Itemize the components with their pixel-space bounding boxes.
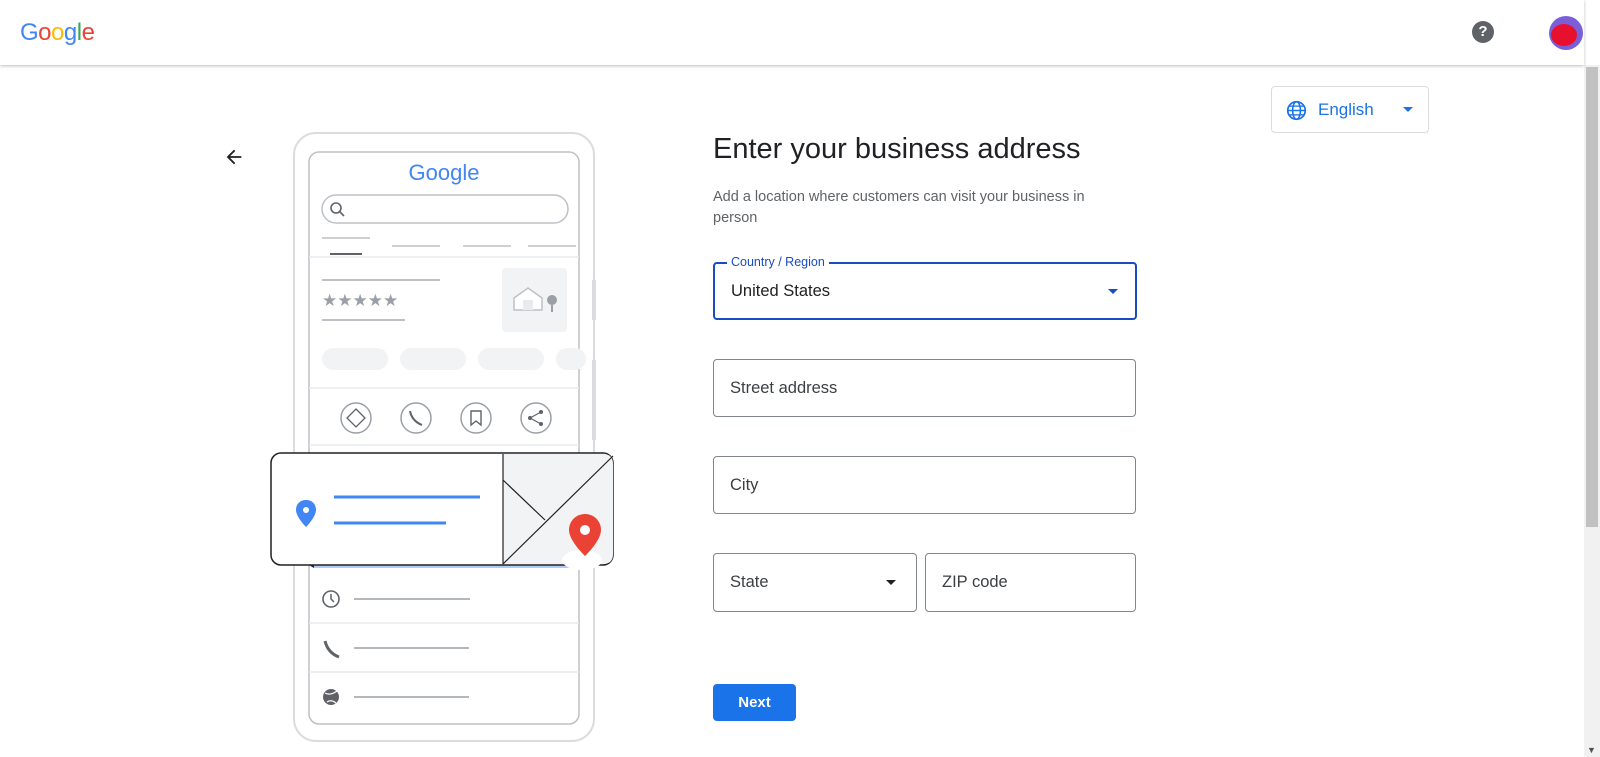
page-title: Enter your business address [713, 133, 1081, 165]
logo-letter: o [51, 19, 64, 46]
city-placeholder: City [730, 476, 759, 494]
state-placeholder: State [730, 573, 769, 591]
account-avatar[interactable] [1549, 16, 1583, 50]
scrollbar-thumb[interactable] [1586, 67, 1598, 527]
globe-icon [1286, 100, 1307, 121]
mini-google-logo: Google [409, 160, 480, 185]
help-icon[interactable]: ? [1472, 21, 1494, 43]
avatar-image [1551, 24, 1577, 46]
scroll-down-arrow-icon[interactable]: ▼ [1587, 745, 1596, 755]
country-region-select[interactable]: Country / Region United States [713, 255, 1137, 320]
page-scrollbar[interactable]: ▼ [1584, 65, 1600, 757]
state-select[interactable]: State [713, 553, 917, 612]
back-arrow-icon[interactable] [223, 146, 245, 168]
country-region-value: United States [731, 282, 831, 300]
logo-letter: g [63, 19, 77, 46]
logo-letter: e [81, 19, 95, 46]
business-profile-illustration: Google ★★★★★ [270, 132, 614, 742]
city-input[interactable]: City [713, 456, 1136, 514]
logo-letter: o [38, 19, 52, 46]
top-app-bar: Google ? [0, 0, 1584, 65]
language-selector[interactable]: English [1271, 86, 1429, 133]
chevron-down-icon [886, 580, 896, 585]
zip-code-placeholder: ZIP code [942, 573, 1008, 591]
country-region-label: Country / Region [727, 255, 829, 269]
chevron-down-icon [1403, 107, 1413, 112]
page-subtitle: Add a location where customers can visit… [713, 189, 1085, 226]
logo-letter: G [20, 19, 39, 46]
language-label: English [1318, 100, 1374, 119]
chevron-down-icon [1108, 289, 1118, 294]
street-address-placeholder: Street address [730, 379, 838, 397]
zip-code-input[interactable]: ZIP code [925, 553, 1136, 612]
next-button[interactable]: Next [713, 684, 796, 721]
google-logo[interactable]: Google [20, 19, 95, 47]
street-address-input[interactable]: Street address [713, 359, 1136, 417]
svg-text:★★★★★: ★★★★★ [322, 291, 398, 311]
